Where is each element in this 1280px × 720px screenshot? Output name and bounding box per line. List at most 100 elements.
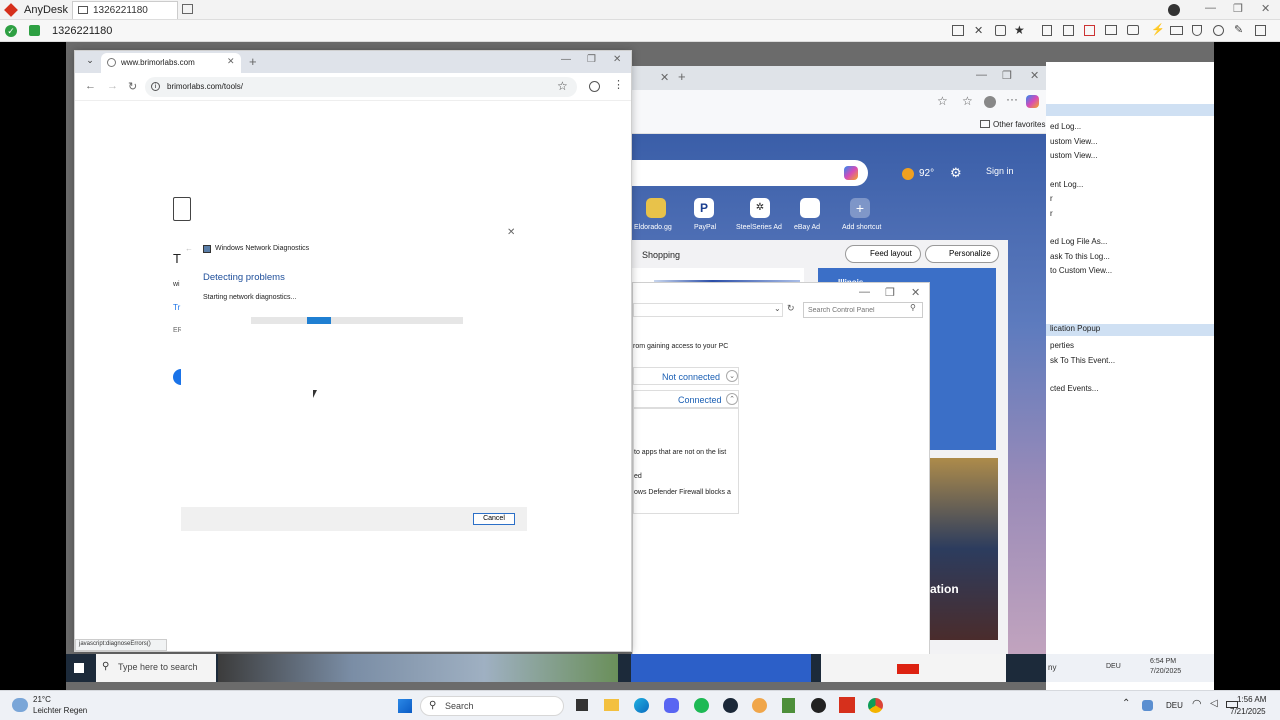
connected-row[interactable]: Connected ⌃ bbox=[633, 390, 739, 408]
chevron-down-icon[interactable]: ⌄ bbox=[774, 304, 781, 313]
back-arrow-icon[interactable]: ← bbox=[185, 244, 193, 253]
minimize-icon[interactable]: — bbox=[859, 286, 870, 298]
back-icon[interactable]: ← bbox=[85, 80, 96, 92]
action-item[interactable]: ask To this Log... bbox=[1050, 250, 1112, 265]
search-input[interactable] bbox=[808, 304, 906, 316]
weather-temp[interactable]: 21°C bbox=[33, 695, 51, 704]
cancel-button[interactable]: Cancel bbox=[473, 513, 515, 525]
file-explorer-icon[interactable] bbox=[604, 699, 619, 711]
control-panel-addressbar[interactable]: ⌄ bbox=[633, 303, 783, 317]
app-icon[interactable] bbox=[811, 698, 826, 713]
search-box[interactable] bbox=[632, 160, 868, 186]
remote-desktop[interactable]: ed Log... ustom View... ustom View... en… bbox=[66, 42, 1214, 694]
layers-icon[interactable] bbox=[995, 25, 1006, 36]
shortcut-add[interactable]: + Add shortcut bbox=[838, 198, 882, 242]
not-connected-row[interactable]: Not connected ⌄ bbox=[633, 367, 739, 385]
refresh-icon[interactable]: ↻ bbox=[787, 303, 795, 314]
shortcut-steelseries[interactable]: ✲ SteelSeries Ad bbox=[736, 198, 784, 242]
search-control-panel[interactable]: ⚲ bbox=[803, 302, 923, 318]
steam-icon[interactable] bbox=[723, 698, 738, 713]
action-item[interactable]: ed Log File As... bbox=[1050, 235, 1112, 250]
other-favorites[interactable]: Other favorites bbox=[993, 120, 1045, 129]
feed-layout-button[interactable]: Feed layout bbox=[845, 245, 921, 263]
chrome-tab[interactable]: www.brimorlabs.com ✕ bbox=[101, 53, 241, 73]
action-item[interactable]: ent Log... bbox=[1050, 178, 1112, 193]
pen-icon[interactable]: ✎ bbox=[1234, 23, 1243, 36]
tray-app-icon[interactable] bbox=[1142, 700, 1153, 711]
copilot-icon[interactable] bbox=[1026, 95, 1039, 108]
bookmark-star-icon[interactable]: ☆ bbox=[557, 79, 568, 93]
forward-icon[interactable]: → bbox=[107, 80, 118, 92]
taskbar-search-box[interactable]: ⚲ Search bbox=[420, 696, 564, 716]
tools-icon[interactable]: ✕ bbox=[974, 24, 983, 37]
close-icon[interactable]: ✕ bbox=[507, 227, 515, 238]
account-icon[interactable] bbox=[1168, 4, 1180, 16]
notes-app-icon[interactable] bbox=[782, 698, 795, 713]
reload-icon[interactable]: ↻ bbox=[128, 80, 137, 93]
action-item[interactable]: ustom View... bbox=[1050, 149, 1112, 164]
wifi-icon[interactable]: ◠ bbox=[1192, 697, 1202, 710]
volume-icon[interactable]: ◁ bbox=[1210, 698, 1218, 709]
personalize-button[interactable]: Personalize bbox=[925, 245, 999, 263]
favorite-star-icon[interactable]: ☆ bbox=[937, 94, 948, 108]
close-tab-icon[interactable]: ✕ bbox=[227, 56, 235, 67]
tab-search-icon[interactable]: ⌄ bbox=[83, 55, 97, 69]
window-icon[interactable] bbox=[1105, 25, 1117, 35]
action-item[interactable]: ed Log... bbox=[1050, 120, 1112, 135]
close-icon[interactable]: ✕ bbox=[911, 286, 920, 299]
profile-icon[interactable] bbox=[589, 81, 600, 92]
record-icon[interactable] bbox=[1213, 25, 1224, 36]
minimize-icon[interactable]: — bbox=[976, 69, 987, 81]
remote-clock-time[interactable]: 6:54 PM bbox=[1150, 658, 1176, 665]
settings-gear-icon[interactable]: ⚙ bbox=[950, 165, 962, 181]
favorites-icon[interactable]: ☆ bbox=[962, 94, 973, 108]
windows-start-icon[interactable] bbox=[74, 663, 84, 673]
shopping-tab[interactable]: Shopping bbox=[642, 250, 680, 260]
action-item[interactable]: cted Events... bbox=[1050, 382, 1115, 397]
remote-lang[interactable]: DEU bbox=[1106, 663, 1121, 670]
fullscreen-icon[interactable] bbox=[1255, 25, 1266, 36]
action-item[interactable]: to Custom View... bbox=[1050, 264, 1112, 279]
signin-button[interactable]: Sign in bbox=[976, 162, 1030, 182]
anydesk-session-tab[interactable]: 1326221180 bbox=[72, 1, 178, 19]
edge-icon[interactable] bbox=[634, 698, 649, 713]
action-item[interactable]: sk To This Event... bbox=[1050, 354, 1115, 369]
new-tab-icon[interactable] bbox=[182, 4, 193, 14]
book-icon[interactable] bbox=[1063, 25, 1074, 36]
action-item[interactable]: r bbox=[1050, 207, 1112, 222]
shield-icon[interactable] bbox=[1192, 25, 1202, 36]
spotify-icon[interactable] bbox=[694, 698, 709, 713]
keyboard-icon[interactable] bbox=[1170, 26, 1183, 35]
anydesk-icon[interactable] bbox=[839, 697, 855, 713]
close-tab-icon[interactable]: ✕ bbox=[660, 71, 669, 84]
files-icon[interactable] bbox=[1042, 25, 1052, 36]
close-icon[interactable]: ✕ bbox=[1261, 2, 1270, 15]
taskbar-date[interactable]: 7/21/2025 bbox=[1230, 707, 1266, 716]
remote-search-box[interactable]: ⚲ Type here to search bbox=[96, 654, 216, 682]
close-icon[interactable]: ✕ bbox=[613, 54, 621, 65]
shortcut-eldorado[interactable]: Eldorado.gg bbox=[634, 198, 672, 242]
weather-temp[interactable]: 92° bbox=[919, 168, 934, 179]
page-link-fragment[interactable]: Tr bbox=[173, 303, 180, 312]
remote-clock-date[interactable]: 7/20/2025 bbox=[1150, 668, 1181, 675]
chrome-icon[interactable] bbox=[868, 698, 883, 713]
weather-desc[interactable]: Leichter Regen bbox=[33, 706, 87, 715]
site-info-icon[interactable]: i bbox=[151, 82, 160, 91]
new-tab-icon[interactable]: + bbox=[249, 54, 257, 69]
new-tab-icon[interactable]: + bbox=[678, 69, 686, 84]
chat-icon[interactable] bbox=[1127, 25, 1139, 35]
chrome-menu-icon[interactable]: ⋮ bbox=[613, 78, 624, 91]
minimize-icon[interactable]: — bbox=[1205, 2, 1216, 14]
tray-chevron-icon[interactable]: ⌃ bbox=[1122, 698, 1130, 709]
profile-icon[interactable] bbox=[984, 96, 996, 108]
chat-app-icon[interactable] bbox=[752, 698, 767, 713]
favorite-icon[interactable]: ★ bbox=[1014, 23, 1025, 37]
discord-icon[interactable] bbox=[664, 698, 679, 713]
actions-icon[interactable] bbox=[1084, 25, 1095, 36]
taskbar-lang[interactable]: DEU bbox=[1166, 701, 1183, 710]
taskbar-time[interactable]: 1:56 AM bbox=[1237, 695, 1266, 704]
news-image-card[interactable]: ation bbox=[930, 458, 998, 640]
omnibox[interactable]: i brimorlabs.com/tools/ ☆ bbox=[145, 77, 577, 97]
copilot-icon[interactable] bbox=[844, 166, 858, 180]
maximize-icon[interactable]: ❐ bbox=[885, 286, 895, 299]
